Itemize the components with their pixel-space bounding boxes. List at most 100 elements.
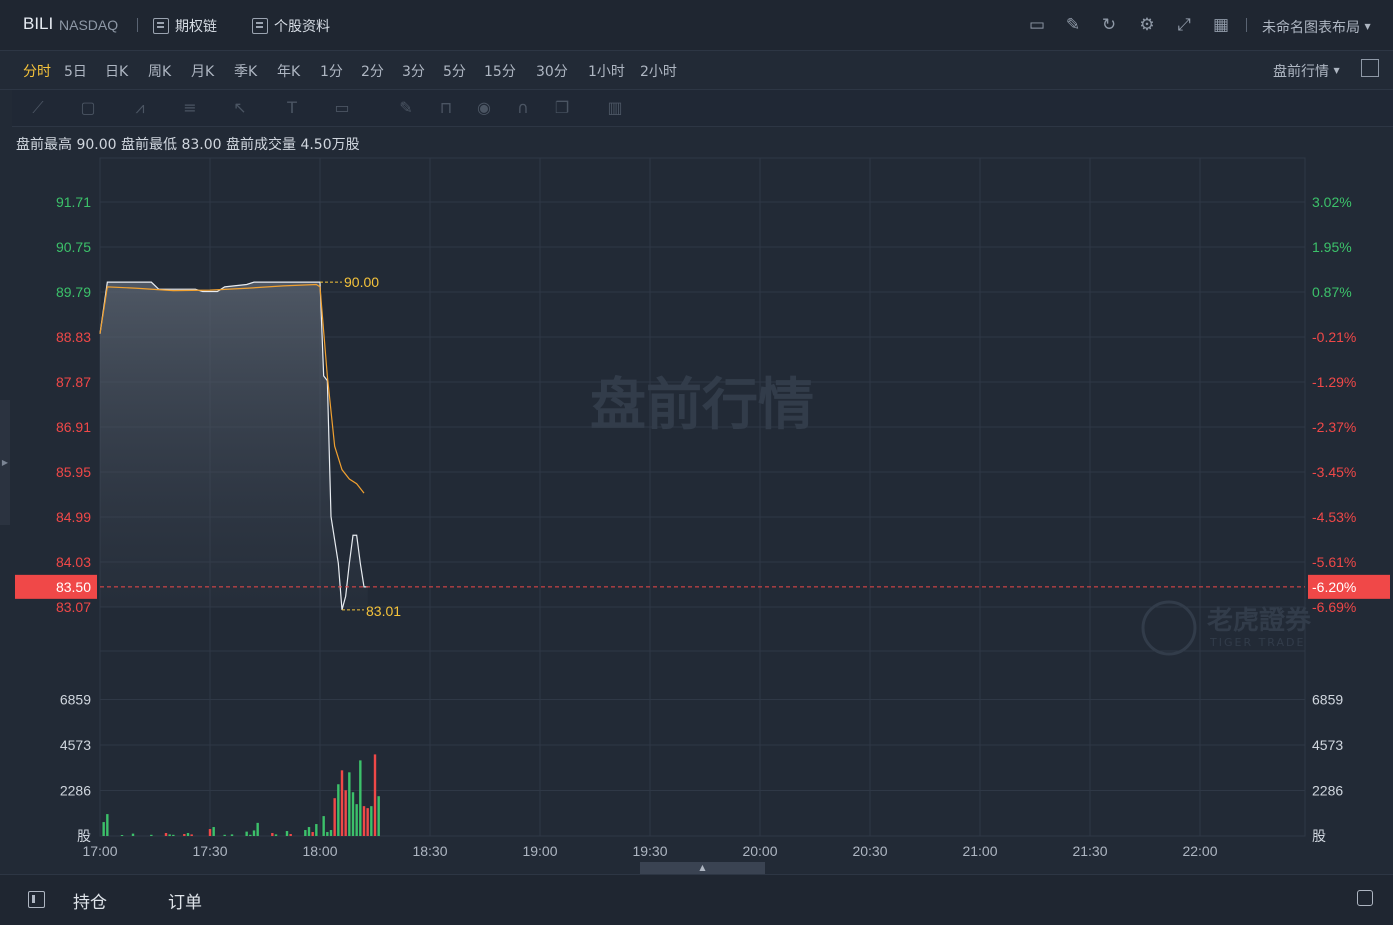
- magnet-icon[interactable]: ∩: [513, 98, 533, 118]
- volume-bar: [366, 808, 369, 836]
- volume-bar: [326, 832, 329, 836]
- tab-orders[interactable]: 订单: [168, 888, 202, 913]
- arrow-tool-icon[interactable]: ↖: [230, 98, 250, 118]
- volume-bar: [289, 834, 292, 836]
- tab-period-14[interactable]: 2小时: [640, 61, 677, 81]
- volume-bar: [120, 835, 124, 836]
- grid-layout-icon[interactable]: ▦: [1211, 15, 1231, 35]
- x-tick-label: 20:30: [852, 843, 887, 859]
- tab-period-5[interactable]: 季K: [234, 61, 257, 81]
- volume-bar: [172, 834, 175, 836]
- volume-bar: [274, 834, 278, 836]
- expand-panel-handle[interactable]: ▲: [640, 862, 765, 874]
- expand-arrows-icon[interactable]: ⤢: [1174, 15, 1194, 35]
- volume-bar: [186, 833, 190, 836]
- volume-bar: [256, 822, 259, 836]
- tab-positions[interactable]: 持仓: [73, 888, 107, 913]
- volume-bar: [329, 830, 333, 836]
- options-chain-button[interactable]: 期权链: [153, 16, 217, 36]
- watermark-text: 盘前行情: [590, 373, 814, 438]
- tab-period-2[interactable]: 日K: [105, 61, 128, 81]
- caret-down-icon: ▼: [1364, 22, 1371, 31]
- premarket-dropdown[interactable]: 盘前行情 ▼: [1273, 61, 1340, 81]
- tab-period-12[interactable]: 30分: [536, 61, 568, 81]
- volume-value: 4.50万股: [300, 137, 360, 153]
- document-icon: [252, 18, 268, 34]
- volume-bar: [304, 830, 307, 836]
- tab-orders-label: 订单: [168, 893, 202, 913]
- panel-toggle-icon[interactable]: [28, 891, 45, 908]
- tab-period-10[interactable]: 5分: [443, 61, 466, 81]
- pattern-tool-icon[interactable]: ⩘: [130, 98, 150, 118]
- volume-tick-label-right: 4573: [1312, 737, 1343, 753]
- edit-icon[interactable]: ✎: [1063, 15, 1083, 35]
- stock-profile-button[interactable]: 个股资料: [252, 16, 330, 36]
- lock-icon[interactable]: ⊓: [436, 98, 456, 118]
- brand-watermark-cn: 老虎證券: [1207, 605, 1312, 636]
- rectangle-tool-icon[interactable]: ▢: [78, 98, 98, 118]
- divider: [137, 18, 138, 32]
- text-tool-icon[interactable]: T: [282, 98, 302, 118]
- tab-period-9[interactable]: 3分: [402, 61, 425, 81]
- pct-tick-label: -0.21%: [1312, 329, 1356, 345]
- volume-bar: [311, 832, 314, 836]
- x-tick-label: 19:00: [522, 843, 557, 859]
- gear-icon[interactable]: ⚙: [1137, 15, 1157, 35]
- volume-tick-label-right: 6859: [1312, 691, 1343, 707]
- stock-profile-label: 个股资料: [274, 19, 330, 35]
- pencil-icon[interactable]: ✎: [396, 98, 416, 118]
- volume-bar: [333, 798, 336, 836]
- tab-period-0[interactable]: 分时: [23, 61, 51, 81]
- tab-period-13[interactable]: 1小时: [588, 61, 625, 81]
- premarket-label: 盘前行情: [1273, 64, 1329, 80]
- eye-icon[interactable]: ◉: [474, 98, 494, 118]
- volume-bar: [355, 804, 358, 836]
- tab-period-1[interactable]: 5日: [64, 61, 87, 81]
- price-tick-label: 87.87: [56, 374, 91, 390]
- volume-bar: [348, 772, 351, 836]
- volume-bar: [230, 834, 234, 836]
- tab-period-6[interactable]: 年K: [277, 61, 300, 81]
- tab-period-3[interactable]: 周K: [148, 61, 171, 81]
- volume-bar: [131, 833, 135, 836]
- low-label: 盘前最低: [121, 137, 177, 153]
- volume-bar: [249, 834, 252, 836]
- pct-tick-label: -6.69%: [1312, 599, 1356, 615]
- ticker-symbol: BILI: [23, 14, 54, 33]
- tab-period-11[interactable]: 15分: [484, 61, 516, 81]
- fullscreen-icon[interactable]: [1361, 59, 1379, 77]
- volume-bar: [271, 833, 274, 836]
- fib-tool-icon[interactable]: ≡: [180, 98, 200, 118]
- volume-bar: [190, 834, 193, 836]
- high-value: 90.00: [76, 137, 117, 153]
- x-tick-label: 20:00: [742, 843, 777, 859]
- caret-down-icon: ▼: [1333, 66, 1340, 75]
- tab-period-8[interactable]: 2分: [361, 61, 384, 81]
- price-tick-label: 84.03: [56, 554, 91, 570]
- price-tick-label: 83.07: [56, 599, 91, 615]
- x-tick-label: 21:30: [1072, 843, 1107, 859]
- price-chart[interactable]: 17:00 17:30 18:00 18:30 19:00 19:30 20:00 20:30…: [12, 156, 1393, 861]
- price-tick-label: 91.71: [56, 194, 91, 210]
- layers-icon[interactable]: ❐: [552, 98, 572, 118]
- refresh-icon[interactable]: ↻: [1099, 15, 1119, 35]
- trash-icon[interactable]: ▥: [605, 98, 625, 118]
- volume-bar: [307, 827, 311, 836]
- volume-bar: [359, 760, 362, 836]
- line-tool-icon[interactable]: ⟋: [28, 98, 48, 118]
- layout-dropdown[interactable]: 未命名图表布局 ▼: [1262, 17, 1371, 37]
- volume-bar: [377, 796, 380, 836]
- x-tick-label: 17:30: [192, 843, 227, 859]
- tab-period-7[interactable]: 1分: [320, 61, 343, 81]
- popout-icon[interactable]: [1357, 890, 1373, 906]
- annotation-tool-icon[interactable]: ▭: [332, 98, 352, 118]
- indicator-icon[interactable]: ▭: [1027, 15, 1047, 35]
- volume-bar: [340, 770, 344, 836]
- tab-period-4[interactable]: 月K: [191, 61, 214, 81]
- volume-bar: [370, 806, 373, 836]
- tiger-logo-icon: [1141, 600, 1197, 656]
- high-marker-label: 90.00: [344, 274, 379, 290]
- pct-tick-label: 1.95%: [1312, 239, 1352, 255]
- volume-label: 盘前成交量: [226, 137, 296, 153]
- collapse-left-panel-handle[interactable]: ▶: [0, 400, 10, 525]
